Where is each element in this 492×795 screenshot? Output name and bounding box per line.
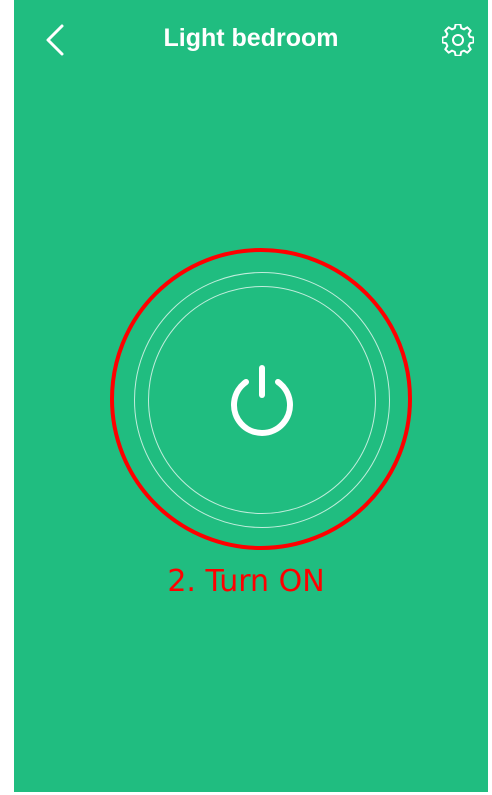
power-control <box>110 248 412 550</box>
annotation-label: 2. Turn ON <box>167 564 325 599</box>
page-title: Light bedroom <box>163 24 339 52</box>
top-app-bar: Light bedroom <box>14 0 488 78</box>
chevron-left-icon <box>46 24 64 56</box>
back-button[interactable] <box>40 20 70 60</box>
device-screen: Light bedroom <box>14 0 488 792</box>
gear-icon <box>442 24 474 56</box>
power-button[interactable] <box>148 286 376 514</box>
settings-button[interactable] <box>442 24 474 56</box>
power-icon <box>231 365 293 436</box>
